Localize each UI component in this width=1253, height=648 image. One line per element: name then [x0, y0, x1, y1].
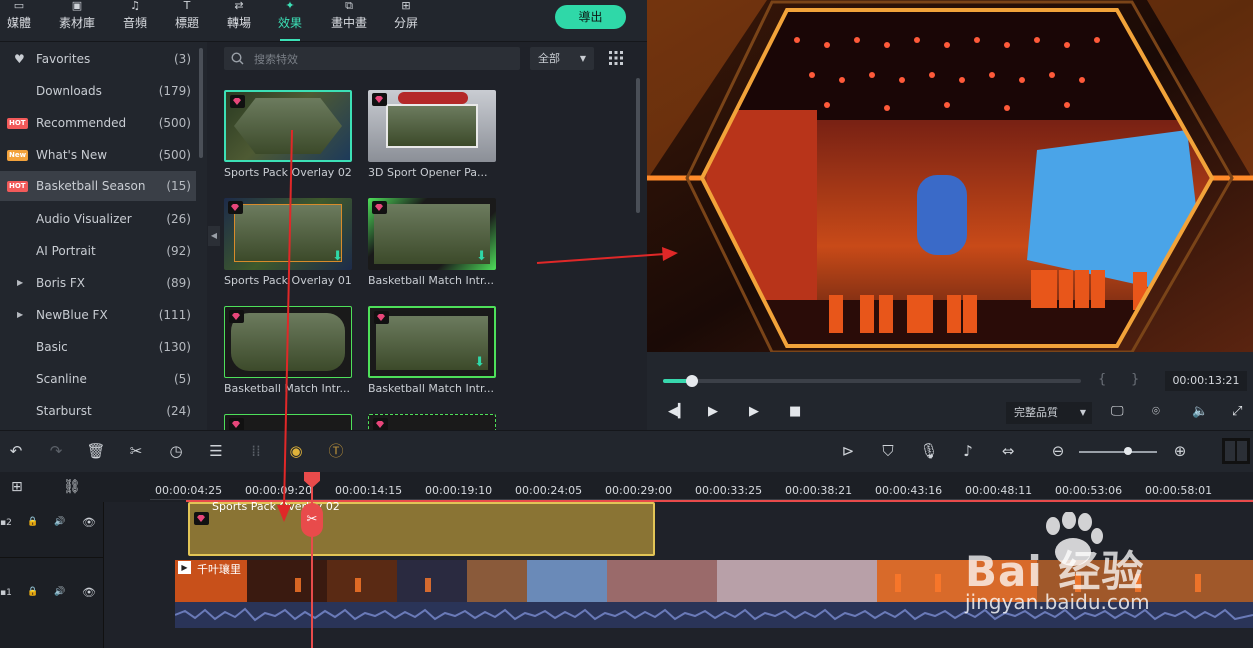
video-clip-icon: ▶ — [178, 561, 191, 574]
baidu-watermark: Bai 经验 jingyan.baidu.com — [935, 510, 1253, 620]
